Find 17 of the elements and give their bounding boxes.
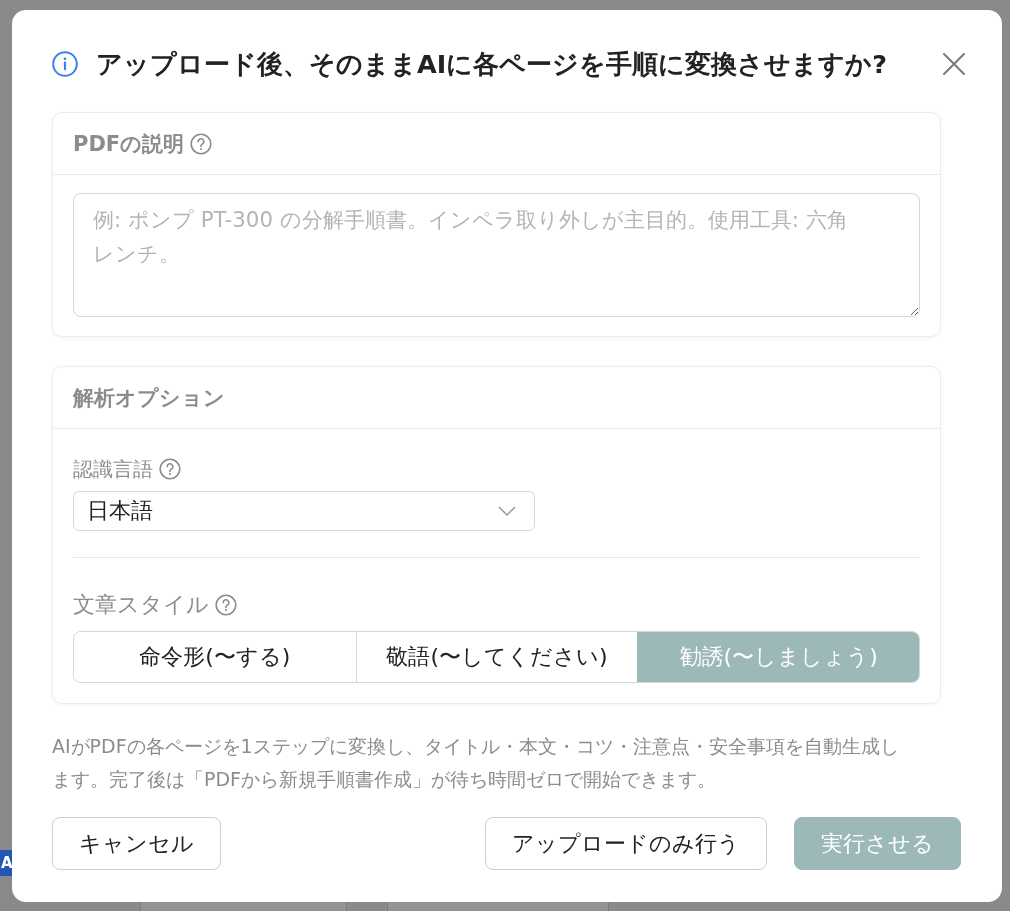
info-text: AIがPDFの各ページを1ステップに変換し、タイトル・本文・コツ・注意点・安全事項を自動生成します。完了後は「PDFから新規手順書作成」が待ち時間ゼロで開始できます。 [52,734,900,792]
section-title: PDFの説明 [73,130,185,158]
help-icon[interactable] [215,594,237,616]
help-icon[interactable] [190,132,213,155]
chevron-down-icon [498,506,516,516]
field-label: 認識言語 [73,455,153,483]
secondary-button[interactable]: アップロードのみ行う [485,817,767,870]
close-icon [942,52,966,76]
dialog-title: アップロード後、そのままAIに各ページを手順に変換させますか? [96,47,888,81]
info-icon [52,51,78,77]
field-label: 文章スタイル [73,591,209,619]
cancel-button[interactable]: キャンセル [52,817,221,870]
section-title: 解析オプション [73,384,225,412]
description-input[interactable]: 例: ポンプ PT-300 の分解手順書。インペラ取り外しが主目的。使用工具: 六角レンチ。 [73,193,920,317]
language-select[interactable]: 日本語 [73,491,535,531]
help-icon[interactable] [159,458,181,480]
close-button[interactable] [942,52,966,76]
